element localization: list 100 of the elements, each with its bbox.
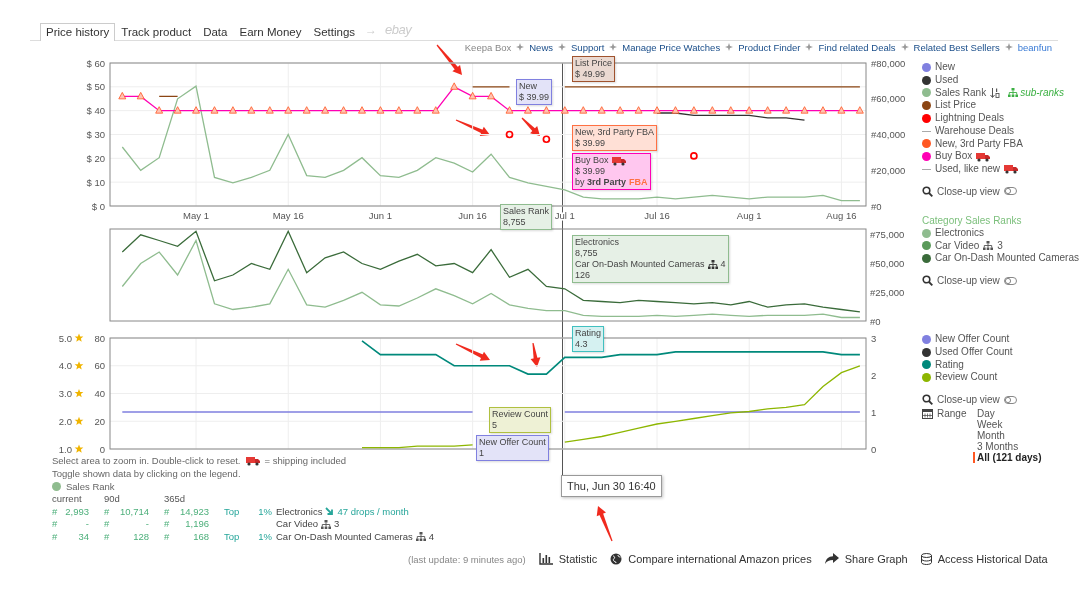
search-icon: [922, 185, 933, 197]
header-label[interactable]: Keepa Box: [464, 41, 512, 53]
axis-label: $ 40: [86, 105, 105, 117]
annotation-arrow: [436, 44, 462, 75]
legend-item[interactable]: Buy Box: [935, 150, 973, 163]
legend-item[interactable]: Rating: [935, 358, 964, 372]
legend-item[interactable]: Used Offer Count: [935, 345, 1013, 359]
axis-label: 80: [94, 332, 105, 344]
table-cell-text: # 168: [164, 530, 210, 543]
tooltip-text: 8,755: [503, 217, 526, 228]
nav-link[interactable]: Product Finder: [738, 41, 801, 53]
legend-item[interactable]: List Price: [935, 99, 977, 112]
footer-link[interactable]: Statistic: [538, 553, 598, 565]
nav-link[interactable]: Find related Deals: [818, 41, 896, 53]
table-cell-text: # 1,196: [164, 518, 210, 531]
tooltip-text: New: [519, 81, 537, 92]
axis-label: Jun 16: [458, 210, 487, 221]
axis-label: 1: [871, 406, 877, 418]
table-cell-text: # -: [52, 518, 90, 531]
table-cell-text: 1%: [257, 530, 273, 543]
axis-label: Aug 1: [736, 210, 762, 221]
axis-label: #25,000: [870, 286, 905, 298]
diamond-icon: [609, 43, 618, 51]
footer-link[interactable]: Compare international Amazon prices: [610, 553, 812, 565]
axis-label: 3: [871, 332, 877, 344]
star-icon: [74, 416, 84, 425]
nav-link[interactable]: Support: [571, 41, 605, 53]
legend-item[interactable]: Used: [935, 73, 959, 87]
star-icon: [74, 361, 84, 370]
globe-icon: [610, 553, 623, 565]
sort-icon[interactable]: [990, 87, 1001, 98]
tab[interactable]: Track product: [115, 23, 198, 41]
legend-item[interactable]: Electronics: [935, 226, 984, 240]
diamond-icon: [725, 43, 734, 51]
star-icon: [74, 333, 84, 342]
nav-link[interactable]: News: [529, 41, 553, 53]
subrank-count: 4: [428, 530, 435, 543]
diamond-icon: [558, 43, 566, 51]
table-cell-text: # 128: [104, 530, 150, 543]
legend-item[interactable]: Warehouse Deals: [935, 124, 1015, 138]
database-icon: [920, 553, 932, 565]
annotation-arrow: [521, 117, 540, 136]
range-option[interactable]: 3 Months: [973, 441, 1019, 452]
legend-item[interactable]: Review Count: [935, 371, 998, 384]
legend-item[interactable]: Lightning Deals: [935, 112, 1004, 125]
table-cell-text: Top: [224, 505, 241, 518]
legend-item[interactable]: Sales Rank: [935, 86, 987, 100]
truck-icon: [245, 455, 260, 466]
nav-link[interactable]: Manage Price Watches: [622, 41, 721, 53]
table-cell-text: # 2,993: [52, 505, 90, 518]
annotation-arrow: [530, 342, 541, 367]
diamond-icon: [805, 43, 814, 51]
axis-label: 0: [99, 443, 105, 454]
tooltip-text: by 3rd Party: [575, 177, 627, 188]
table-title: Sales Rank: [66, 480, 115, 493]
range-option[interactable]: Day: [973, 408, 995, 419]
tab[interactable]: Earn Money: [233, 23, 308, 41]
close-up-view-toggle[interactable]: Close-up view: [922, 184, 1017, 198]
star-icon: [74, 388, 84, 398]
tooltip-text: Buy Box: [575, 155, 609, 166]
range-label: Range: [937, 408, 968, 419]
axis-label: #60,000: [871, 93, 906, 105]
tooltip-text: Electronics: [575, 237, 619, 248]
legend-item[interactable]: New, 3rd Party FBA: [935, 137, 1023, 151]
arrow-glyph: →: [364, 23, 379, 39]
hint-text: = shipping included: [264, 454, 347, 467]
legend-item[interactable]: New: [935, 61, 955, 74]
table-cell-text: # 10,714: [104, 505, 150, 518]
close-up-view-toggle[interactable]: Close-up view: [922, 274, 1017, 287]
tab[interactable]: Data: [197, 23, 234, 41]
tab[interactable]: Settings: [307, 23, 362, 41]
annotation-arrow: [596, 506, 613, 542]
footer-link[interactable]: Access Historical Data: [920, 553, 1048, 565]
axis-label: 40: [94, 388, 105, 399]
axis-label: $ 30: [86, 129, 105, 140]
sitemap-icon: [1008, 88, 1019, 98]
category-name: Car On-Dash Mounted Cameras: [276, 530, 413, 543]
legend-item[interactable]: Used, like new: [935, 163, 1001, 176]
legend-item[interactable]: New Offer Count: [935, 333, 1010, 346]
time-tooltip: Thu, Jun 30 16:40: [561, 475, 662, 497]
table-cell-text: Top: [224, 530, 241, 543]
axis-label: Aug 16: [826, 210, 857, 221]
annotation-arrow: [455, 343, 490, 361]
legend-item[interactable]: Car On-Dash Mounted Cameras: [935, 252, 1079, 265]
range-option[interactable]: Week: [973, 419, 1003, 430]
nav-link[interactable]: Related Best Sellers: [913, 41, 1000, 53]
axis-label: 20: [94, 415, 105, 427]
fba-label: FBA: [629, 177, 648, 188]
tab[interactable]: Price history: [40, 23, 116, 41]
legend-item[interactable]: Car Video: [935, 239, 980, 253]
sitemap-icon: [321, 519, 332, 529]
footer-link[interactable]: Share Graph: [824, 553, 908, 565]
range-option[interactable]: Month: [973, 430, 1005, 441]
close-up-view-toggle[interactable]: Close-up view: [922, 393, 1017, 406]
user-link[interactable]: beanfun: [1017, 41, 1052, 53]
tooltip-text: 8,755: [575, 248, 598, 259]
axis-label: 4.0: [58, 360, 72, 372]
axis-label: 2.0: [58, 415, 72, 427]
axis-label: #40,000: [871, 129, 906, 140]
range-option[interactable]: All (121 days): [973, 452, 1042, 463]
